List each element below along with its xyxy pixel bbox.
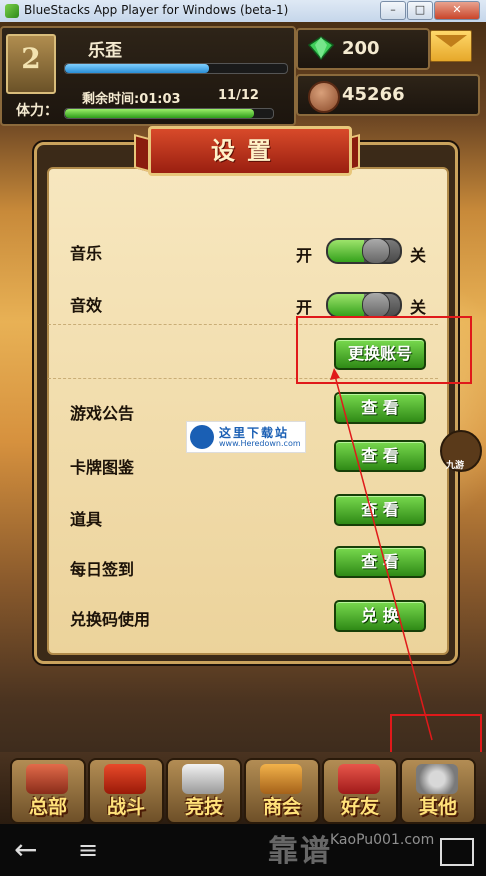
nav-battle-button[interactable]: 战斗: [88, 758, 164, 824]
sound-on-label: 开: [296, 298, 313, 317]
nav-headquarters-label: 总部: [28, 796, 67, 818]
exp-bar: [64, 63, 288, 74]
stamina-label: 体力：: [16, 103, 58, 119]
heredown-logo-icon: [190, 425, 214, 449]
mascot-label: 九游: [446, 461, 465, 471]
coin-panel[interactable]: 45266: [296, 74, 480, 116]
player-name: 乐歪: [88, 41, 122, 61]
nav-headquarters-button[interactable]: 总部: [10, 758, 86, 824]
card-guide-view-button[interactable]: 查 看: [334, 440, 426, 472]
castle-icon: [26, 764, 68, 794]
settings-title: 设置: [211, 137, 283, 165]
daily-checkin-label: 每日签到: [70, 560, 135, 579]
nav-other-label: 其他: [418, 796, 457, 818]
window-titlebar: BlueStacks App Player for Windows (beta-…: [0, 0, 486, 23]
items-view-button[interactable]: 查 看: [334, 494, 426, 526]
card-guide-label: 卡牌图鉴: [70, 458, 135, 477]
nav-battle-label: 战斗: [106, 796, 145, 818]
fullscreen-icon[interactable]: [440, 838, 474, 866]
gear-icon: [416, 764, 458, 794]
window-title: BlueStacks App Player for Windows (beta-…: [24, 3, 289, 17]
nav-guild-label: 商会: [262, 796, 301, 818]
maximize-button[interactable]: □: [407, 1, 433, 20]
mail-button[interactable]: [430, 30, 472, 62]
heredown-watermark: 这里下载站 www.Heredown.com: [186, 421, 306, 453]
stamina-bar: [64, 108, 274, 119]
nav-arena-button[interactable]: 竞技: [166, 758, 242, 824]
sound-toggle[interactable]: [326, 292, 402, 318]
music-toggle[interactable]: [326, 238, 402, 264]
music-off-label: 关: [410, 246, 427, 265]
settings-title-banner: 设置: [134, 120, 360, 180]
redeem-code-label: 兑换码使用: [70, 610, 151, 629]
rank-number: 2: [21, 42, 41, 75]
announcement-label: 游戏公告: [70, 404, 135, 423]
bottom-navigation: 总部 战斗 竞技 商会 好友 其他: [0, 752, 486, 824]
nav-arena-label: 竞技: [184, 796, 223, 818]
chest-icon: [260, 764, 302, 794]
gem-icon: [308, 36, 334, 60]
redeem-code-button[interactable]: 兑 换: [334, 600, 426, 632]
gem-count: 200: [342, 38, 380, 59]
player-status-panel: 2 乐歪 体力： 剩余时间:01:03 11/12: [0, 26, 296, 126]
watermark-line2: www.Heredown.com: [219, 439, 301, 448]
android-navigation-bar: ← ≡ 靠谱 KaoPu001.com: [0, 824, 486, 876]
stamina-bar-fill: [65, 109, 255, 118]
nav-friends-label: 好友: [340, 796, 379, 818]
minimize-button[interactable]: –: [380, 1, 406, 20]
wings-icon: [182, 764, 224, 794]
exp-bar-fill: [65, 64, 210, 73]
menu-icon[interactable]: ≡: [78, 836, 106, 864]
nav-guild-button[interactable]: 商会: [244, 758, 320, 824]
back-arrow-icon[interactable]: ←: [14, 836, 48, 864]
annotation-box-switch-account: [296, 316, 472, 384]
announcement-view-button[interactable]: 查 看: [334, 392, 426, 424]
music-on-label: 开: [296, 246, 313, 265]
items-label: 道具: [70, 510, 103, 529]
coin-icon: [308, 81, 340, 113]
gem-panel[interactable]: 200: [296, 28, 430, 70]
kaopu-url: KaoPu001.com: [330, 832, 435, 848]
sound-off-label: 关: [410, 298, 427, 317]
nav-friends-button[interactable]: 好友: [322, 758, 398, 824]
rank-badge[interactable]: 2: [6, 34, 56, 94]
music-label: 音乐: [70, 244, 103, 263]
daily-checkin-view-button[interactable]: 查 看: [334, 546, 426, 578]
nav-other-button[interactable]: 其他: [400, 758, 476, 824]
stamina-count: 11/12: [218, 88, 259, 103]
stamina-remaining-time: 剩余时间:01:03: [82, 92, 181, 107]
flag-icon: [104, 764, 146, 794]
bluestacks-app-icon: [5, 4, 19, 18]
kaopu-watermark: 靠谱: [268, 834, 332, 869]
coin-count: 45266: [342, 84, 405, 105]
handshake-icon: [338, 764, 380, 794]
close-button[interactable]: ✕: [434, 1, 480, 20]
sound-label: 音效: [70, 296, 103, 315]
